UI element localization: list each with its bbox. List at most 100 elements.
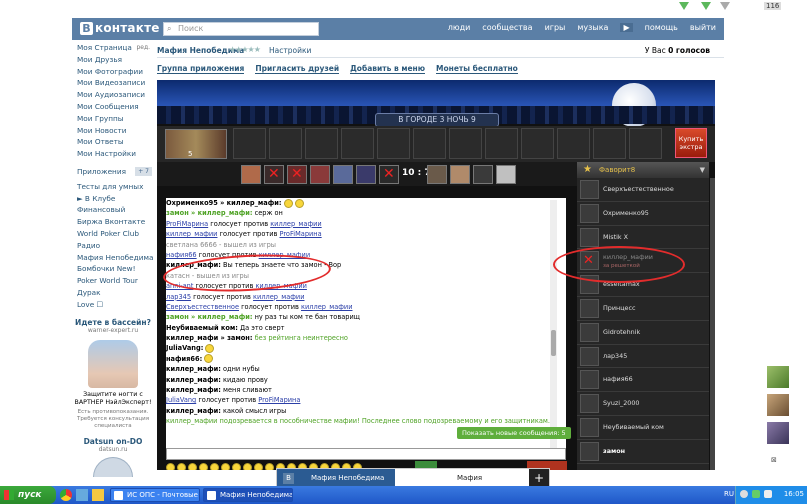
player-avatar[interactable] [473,165,493,184]
side-thumbnail[interactable] [767,366,789,388]
favorite-item[interactable]: лар345 [577,345,709,369]
player-link[interactable]: Сверхъестественное [166,303,239,311]
smiley-icon[interactable] [232,463,241,470]
favorite-item[interactable]: Сверхъестественное [577,178,709,202]
player-link[interactable]: ProFiМарина [258,396,300,404]
tray-icon[interactable] [740,490,748,498]
player-avatar[interactable] [264,165,284,184]
side-thumbnail[interactable] [767,422,789,444]
menu-audio[interactable]: Мои Аудиозаписи [72,89,154,101]
menu-app-item[interactable]: Тесты для умных [72,181,154,193]
menu-app-item[interactable]: Мафия Непобедима [72,252,154,264]
player-link[interactable]: лар345 [166,293,191,301]
smiley-icon[interactable] [254,463,263,470]
chat-scroll-thumb[interactable] [551,330,556,356]
nav-people[interactable]: люди [448,23,471,32]
smiley-icon[interactable] [199,463,208,470]
app-settings-link[interactable]: Настройки [269,46,311,55]
player-avatar[interactable] [496,165,516,184]
favorite-item[interactable]: Принцесс [577,297,709,321]
chat-input[interactable] [166,448,566,460]
ad-block-2[interactable]: Datsun on-DO datsun.ru [72,437,154,477]
player-avatar[interactable] [356,165,376,184]
menu-videos[interactable]: Мои Видеозаписи [72,77,154,89]
player-avatar[interactable] [427,165,447,184]
add-to-menu-link[interactable]: Добавить в меню [350,64,426,74]
menu-my-page[interactable]: Моя Страница ред. [72,42,154,54]
menu-settings[interactable]: Мои Настройки [72,148,154,160]
smiley-icon[interactable] [221,463,230,470]
menu-app-item[interactable]: Дурак [72,287,154,299]
task-button-ops[interactable]: ИС ОПС - Почтовые ... [110,488,200,502]
smiley-icon[interactable] [188,463,197,470]
player-link[interactable]: киллер_мафии [253,293,304,301]
menu-app-item[interactable]: Love ☐ [72,299,154,311]
task-button-mafia[interactable]: Мафия Непобедима ... [203,488,293,502]
player-link[interactable]: киллер_мафии [270,220,321,228]
menu-friends[interactable]: Мои Друзья [72,54,154,66]
menu-messages[interactable]: Мои Сообщения [72,101,154,113]
player-link[interactable]: киллер_мафии [301,303,352,311]
invite-friends-link[interactable]: Пригласить друзей [255,64,340,74]
player-link[interactable]: киллер_мафии [166,230,217,238]
player-avatar[interactable] [333,165,353,184]
language-indicator[interactable]: RU [724,490,734,498]
new-messages-button[interactable]: Показать новые сообщения: 5 [457,427,571,439]
menu-app-item[interactable]: World Poker Club [72,228,154,240]
menu-app-item[interactable]: Радио [72,240,154,252]
ad-image[interactable] [88,340,138,388]
favorite-item[interactable]: Syuzi_2000 [577,392,709,416]
menu-app-item[interactable]: ► В Клубе [72,193,154,205]
chevron-down-icon[interactable]: ▼ [700,162,705,178]
smiley-icon[interactable] [177,463,186,470]
favorite-item[interactable]: замон [577,440,709,464]
nav-communities[interactable]: сообщества [482,23,532,32]
ad-block[interactable]: Идете в бассейн? warner-expert.ru Защити… [72,318,154,430]
player-avatar[interactable] [379,165,399,184]
nav-games[interactable]: игры [545,23,566,32]
smiley-icon[interactable] [265,463,274,470]
close-icon[interactable]: ⊠ [771,456,777,464]
start-button[interactable]: пуск [0,486,56,504]
smiley-icon[interactable] [166,463,175,470]
nav-help[interactable]: помощь [645,23,678,32]
favorite-item[interactable]: Неубиваемый ком [577,416,709,440]
chrome-icon[interactable] [60,489,72,501]
free-coins-link[interactable]: Монеты бесплатно [436,64,518,74]
chat-scrollbar[interactable] [550,200,557,460]
ad2-image[interactable] [93,457,133,477]
vk-logo[interactable]: Вконтакте [80,21,160,35]
menu-answers[interactable]: Мои Ответы [72,136,154,148]
favorite-item[interactable]: Gidrotehnik [577,321,709,345]
menu-app-item[interactable]: Бомбочки New! [72,263,154,275]
menu-groups[interactable]: Мои Группы [72,113,154,125]
buy-extra-button[interactable]: Купить экстра [675,128,707,158]
side-thumbnail[interactable] [767,394,789,416]
app-group-link[interactable]: Группа приложения [157,64,245,74]
favorites-header[interactable]: ★ Фаворит8 ▼ [577,162,709,178]
menu-apps[interactable]: Приложения + 7 [72,166,154,178]
player-link[interactable]: ProFiМарина [279,230,321,238]
explorer-icon[interactable] [92,489,104,501]
menu-app-item[interactable]: Poker World Tour [72,275,154,287]
player-link[interactable]: ProFiМарина [166,220,208,228]
player-link[interactable]: нафия66 [166,251,197,259]
ad2-title[interactable]: Datsun on-DO [72,437,154,446]
menu-photos[interactable]: Мои Фотографии [72,66,154,78]
menu-app-item[interactable]: Финансовый [72,204,154,216]
menu-news[interactable]: Мои Новости [72,125,154,137]
menu-app-item[interactable]: Биржа Вконтакте [72,216,154,228]
player-link[interactable]: JuliaVang [166,396,196,404]
favorite-item[interactable]: Охрименко95 [577,202,709,226]
nav-logout[interactable]: выйти [690,23,716,32]
tray-icon[interactable] [752,490,760,498]
favorites-scrollbar[interactable] [710,178,715,470]
favorite-item[interactable]: нафия66 [577,368,709,393]
tray-icon[interactable] [764,490,772,498]
edit-link[interactable]: ред. [136,42,150,54]
favorite-item[interactable]: Mistik X [577,226,709,250]
nav-music[interactable]: музыка [577,23,608,32]
player-avatar[interactable] [241,165,261,184]
smiley-icon[interactable] [243,463,252,470]
chat-log[interactable]: Охрименко95 » киллер_мафи: замон » киллер… [166,198,566,460]
